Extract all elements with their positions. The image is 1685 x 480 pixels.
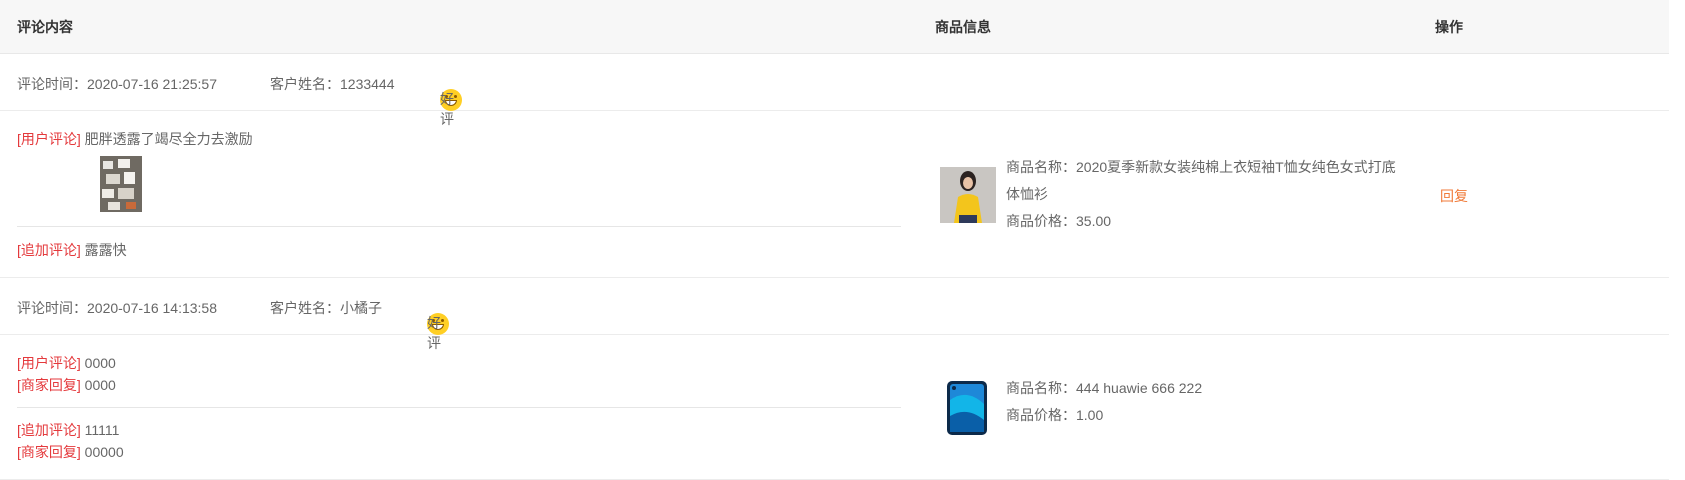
product-info: 商品名称：444 huawie 666 222 商品价格：1.00	[1006, 375, 1396, 429]
comment-divider	[17, 226, 901, 227]
product-price: 商品价格：35.00	[1006, 213, 1112, 229]
review-time: 评论时间：2020-07-16 14:13:58	[17, 300, 217, 316]
product-image[interactable]	[940, 380, 996, 436]
customer-name: 客户姓名：1233444	[270, 76, 395, 92]
user-comment-tag: [用户评论]	[17, 355, 81, 371]
append-merchant-reply: [商家回复] 00000	[17, 442, 124, 462]
user-comment: [用户评论] 0000	[17, 353, 116, 373]
review-meta: 评论时间：2020-07-16 14:13:58 客户姓名：小橘子 好评	[0, 278, 1669, 351]
comment-photo[interactable]	[100, 156, 142, 212]
review-time: 评论时间：2020-07-16 21:25:57	[17, 76, 217, 92]
append-reply-tag: [商家回复]	[17, 444, 81, 460]
table-header: 评论内容 商品信息 操作	[0, 0, 1669, 54]
append-reply-text: 00000	[84, 444, 124, 460]
header-operation: 操作	[1435, 19, 1463, 35]
product-info: 商品名称：2020夏季新款女装纯棉上衣短袖T恤女纯色女式打底体恤衫 商品价格：3…	[1006, 154, 1396, 235]
customer-name: 客户姓名：小橘子	[270, 300, 382, 316]
header-product: 商品信息	[935, 19, 991, 35]
append-comment-tag: [追加评论]	[17, 422, 81, 438]
merchant-reply-text: 0000	[84, 377, 116, 393]
review-body: [用户评论] 0000 [商家回复] 0000 [追加评论] 11111 [商家…	[0, 335, 1669, 480]
append-comment-tag: [追加评论]	[17, 242, 81, 258]
header-content: 评论内容	[17, 19, 73, 35]
append-comment: [追加评论] 露露快	[17, 240, 127, 260]
merchant-reply: [商家回复] 0000	[17, 375, 116, 395]
review-meta: 评论时间：2020-07-16 21:25:57 客户姓名：1233444 好评	[0, 54, 1669, 127]
user-comment: [用户评论] 肥胖透露了竭尽全力去激励	[17, 129, 253, 149]
user-comment-text: 0000	[84, 355, 116, 371]
comment-divider	[17, 407, 901, 408]
product-name: 商品名称：444 huawie 666 222	[1006, 380, 1203, 396]
product-name: 商品名称：2020夏季新款女装纯棉上衣短袖T恤女纯色女式打底体恤衫	[1006, 159, 1396, 202]
merchant-reply-tag: [商家回复]	[17, 377, 81, 393]
user-comment-tag: [用户评论]	[17, 131, 81, 147]
append-comment-text: 11111	[84, 422, 120, 438]
review-body: [用户评论] 肥胖透露了竭尽全力去激励 [追加评论] 露露快 商品名称：2020…	[0, 111, 1669, 278]
review-table: 评论内容 商品信息 操作 评论时间：2020-07-16 21:25:57 客户…	[0, 0, 1669, 480]
user-comment-text: 肥胖透露了竭尽全力去激励	[84, 131, 253, 147]
product-image[interactable]	[940, 167, 996, 223]
append-comment: [追加评论] 11111	[17, 420, 119, 440]
reply-button[interactable]: 回复	[1440, 186, 1468, 206]
product-price: 商品价格：1.00	[1006, 407, 1104, 423]
append-comment-text: 露露快	[84, 242, 127, 258]
